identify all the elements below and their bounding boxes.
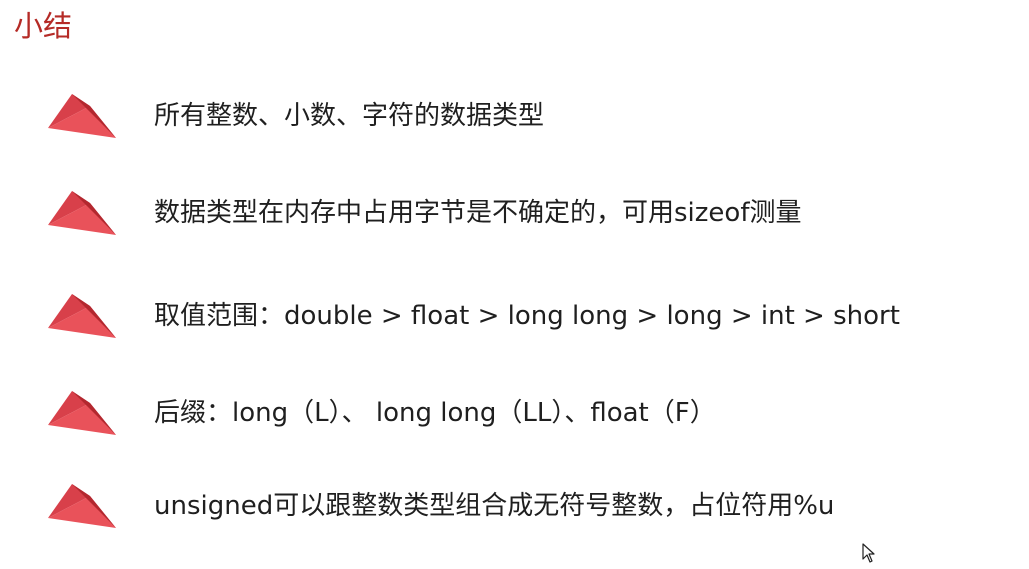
bullet-text-2: 数据类型在内存中占用字节是不确定的，可用sizeof测量 [154, 198, 802, 228]
bullet-text-5: unsigned可以跟整数类型组合成无符号整数，占位符用%u [154, 491, 835, 521]
bullet-item-4: 后缀：long（L）、 long long（LL）、float（F） [0, 389, 1029, 449]
bullet-item-5: unsigned可以跟整数类型组合成无符号整数，占位符用%u [0, 482, 1029, 542]
bullet-text-4: 后缀：long（L）、 long long（LL）、float（F） [154, 398, 716, 428]
bullet-item-2: 数据类型在内存中占用字节是不确定的，可用sizeof测量 [0, 189, 1029, 249]
red-triangle-icon [48, 294, 116, 338]
bullet-item-1: 所有整数、小数、字符的数据类型 [0, 92, 1029, 152]
red-triangle-icon [48, 191, 116, 235]
red-triangle-icon [48, 391, 116, 435]
mouse-pointer-icon [862, 543, 875, 563]
bullet-text-1: 所有整数、小数、字符的数据类型 [154, 101, 545, 131]
red-triangle-icon [48, 484, 116, 528]
slide-title: 小结 [14, 9, 73, 43]
bullet-text-3: 取值范围：double > float > long long > long >… [154, 301, 900, 331]
bullet-item-3: 取值范围：double > float > long long > long >… [0, 292, 1029, 352]
red-triangle-icon [48, 94, 116, 138]
